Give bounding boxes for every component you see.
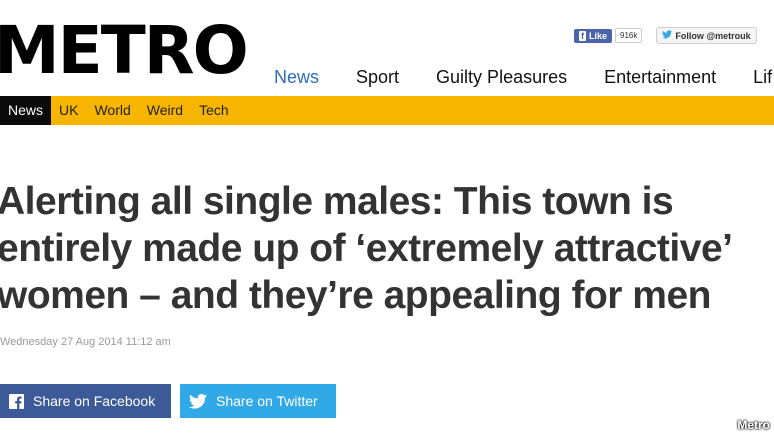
facebook-icon: f xyxy=(579,30,586,41)
twitter-follow-button[interactable]: Follow @metrouk xyxy=(656,27,757,44)
sub-navigation: News UK World Weird Tech xyxy=(0,96,774,125)
nav-item-guilty-pleasures[interactable]: Guilty Pleasures xyxy=(436,67,567,88)
facebook-like-count: 916k xyxy=(615,28,643,43)
nav-item-lifestyle[interactable]: Lif xyxy=(753,67,772,88)
facebook-like-label: Like xyxy=(589,30,608,41)
subnav-item-tech[interactable]: Tech xyxy=(191,96,237,125)
headline-line: Alerting all single males: This town is xyxy=(0,180,674,223)
facebook-icon xyxy=(9,393,24,409)
metro-logo[interactable]: METRO xyxy=(0,18,249,84)
twitter-bird-icon xyxy=(189,393,207,409)
social-follow-bar: f Like 916k Follow @metrouk xyxy=(574,27,757,44)
nav-item-news[interactable]: News xyxy=(274,67,319,88)
twitter-bird-icon xyxy=(662,30,673,41)
metro-watermark: Metro xyxy=(737,418,770,432)
nav-item-entertainment[interactable]: Entertainment xyxy=(604,67,716,88)
facebook-like-widget: f Like 916k xyxy=(574,27,643,44)
nav-item-sport[interactable]: Sport xyxy=(356,67,399,88)
article-headline: Alerting all single males: This town is … xyxy=(0,178,774,319)
share-twitter-button[interactable]: Share on Twitter xyxy=(180,384,336,418)
share-facebook-label: Share on Facebook xyxy=(33,393,156,409)
share-facebook-button[interactable]: Share on Facebook xyxy=(0,384,171,418)
main-navigation: News Sport Guilty Pleasures Entertainmen… xyxy=(274,67,774,88)
subnav-item-weird[interactable]: Weird xyxy=(139,96,191,125)
subnav-item-world[interactable]: World xyxy=(86,96,138,125)
subnav-item-uk[interactable]: UK xyxy=(51,96,86,125)
headline-line: women – and they’re appealing for men xyxy=(0,274,712,317)
twitter-follow-label: Follow @metrouk xyxy=(675,30,751,41)
share-twitter-label: Share on Twitter xyxy=(216,393,318,409)
article-date: Wednesday 27 Aug 2014 11:12 am xyxy=(0,336,171,348)
headline-line: entirely made up of ‘extremely attractiv… xyxy=(0,227,733,270)
subnav-item-news[interactable]: News xyxy=(0,96,52,125)
facebook-like-button[interactable]: f Like xyxy=(574,28,613,43)
